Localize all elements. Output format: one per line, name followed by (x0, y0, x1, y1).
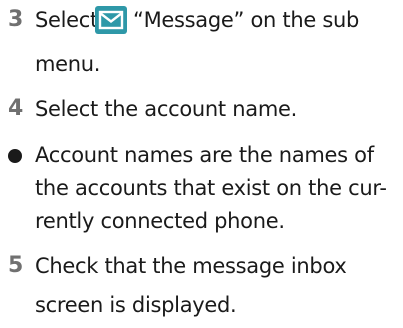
note-line-2: the accounts that exist on the cur- (35, 176, 387, 200)
step-3-text-after-icon: “Message” on the sub (133, 8, 360, 32)
step-5-line-2: screen is displayed. (35, 293, 237, 317)
step-4-number: 4 (8, 96, 24, 121)
step-5-line-1: Check that the message inbox (35, 254, 347, 278)
step-3-text-before-icon: Select (35, 8, 98, 32)
note-line-1: Account names are the names of (35, 143, 374, 167)
step-5-number: 5 (8, 253, 24, 278)
note-bullet (8, 149, 22, 163)
message-envelope-icon (95, 6, 127, 34)
step-4-text: Select the account name. (35, 97, 297, 121)
step-3-number: 3 (8, 7, 24, 32)
instructions-page: 3 Select “Message” on the sub menu. 4 Se… (0, 0, 403, 328)
note-line-3: rently connected phone. (35, 209, 285, 233)
step-3-continuation: menu. (35, 52, 101, 76)
